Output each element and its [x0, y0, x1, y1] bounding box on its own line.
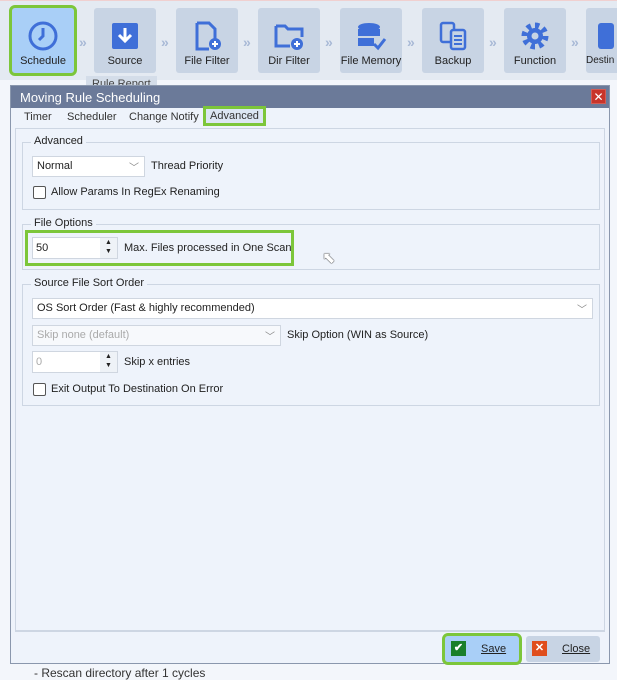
close-label: Close [562, 643, 591, 655]
toolbar-label: Function [513, 55, 557, 67]
toolbar-label: Schedule [20, 55, 66, 67]
skip-entries-spinner[interactable]: 0 ▲ ▼ [32, 351, 118, 373]
toolbar-label: Source [107, 55, 143, 67]
dialog-footer: ✔ Save ✕ Close [15, 631, 605, 665]
thread-priority-label: Thread Priority [151, 160, 224, 172]
toolbar-dir-filter[interactable]: Dir Filter [258, 8, 320, 73]
select-value: Normal [37, 160, 73, 172]
save-button[interactable]: ✔ Save [442, 633, 522, 665]
rule-toolbar: Schedule » Source » File Filter » Dir Fi… [0, 0, 617, 80]
toolbar-label: Backup [434, 55, 472, 67]
skip-entries-label: Skip x entries [124, 356, 191, 368]
chevron-down-icon: ﹀ [577, 305, 587, 316]
group-title: Advanced [31, 135, 86, 147]
toolbar-label: File Filter [184, 55, 230, 67]
chevron-right-icon: » [489, 34, 497, 50]
sort-order-select[interactable]: OS Sort Order (Fast & highly recommended… [32, 298, 593, 319]
spin-arrows-icon[interactable]: ▲ ▼ [100, 352, 117, 372]
spin-arrows-icon[interactable]: ▲ ▼ [100, 238, 117, 258]
toolbar-destination[interactable]: Destin [586, 8, 617, 73]
close-icon[interactable]: ✕ [591, 89, 606, 104]
dialog-tabs: Timer Scheduler Change Notify Advanced [11, 106, 609, 128]
toolbar-file-memory[interactable]: File Memory [340, 8, 402, 73]
toolbar-file-filter[interactable]: File Filter [176, 8, 238, 73]
chevron-right-icon: » [571, 34, 579, 50]
clock-icon [28, 21, 58, 51]
chevron-right-icon: » [325, 34, 333, 50]
select-value: Skip none (default) [37, 329, 130, 341]
toolbar-schedule[interactable]: Schedule [9, 5, 77, 76]
save-label: Save [481, 643, 507, 655]
download-icon [112, 23, 138, 49]
group-file-options: File Options 50 ▲ ▼ Max. Files processed i… [22, 217, 600, 270]
file-add-icon [195, 21, 221, 51]
close-button[interactable]: ✕ Close [526, 636, 600, 662]
skip-option-select[interactable]: Skip none (default) ﹀ [32, 325, 281, 346]
select-value: OS Sort Order (Fast & highly recommended… [37, 302, 255, 314]
chevron-down-icon: ﹀ [265, 332, 275, 343]
chevron-right-icon: » [243, 34, 251, 50]
thread-priority-select[interactable]: Normal ﹀ [32, 156, 145, 177]
tab-timer[interactable]: Timer [24, 111, 52, 123]
toolbar-label: Dir Filter [268, 55, 310, 67]
chevron-right-icon: » [161, 34, 169, 50]
group-source-sort-order: Source File Sort Order OS Sort Order (Fa… [22, 277, 600, 406]
chevron-down-icon: ﹀ [129, 163, 139, 174]
exit-output-label: Exit Output To Destination On Error [51, 383, 224, 395]
group-title: File Options [31, 217, 96, 229]
group-advanced: Advanced Normal ﹀ Thread Priority Allow P… [22, 135, 600, 210]
toolbar-source[interactable]: Source [94, 8, 156, 73]
chevron-right-icon: » [407, 34, 415, 50]
allow-params-checkbox[interactable] [33, 186, 46, 199]
tab-scheduler[interactable]: Scheduler [67, 111, 117, 123]
close-icon: ✕ [532, 641, 547, 656]
toolbar-backup[interactable]: Backup [422, 8, 484, 73]
destination-icon [598, 23, 614, 49]
group-title: Source File Sort Order [31, 277, 148, 289]
max-files-label: Max. Files processed in One Scan [124, 242, 292, 254]
advanced-panel: Advanced Normal ﹀ Thread Priority Allow P… [15, 128, 605, 631]
toolbar-label: File Memory [340, 55, 402, 67]
exit-output-checkbox[interactable] [33, 383, 46, 396]
check-icon: ✔ [451, 641, 466, 656]
spinner-value: 50 [36, 242, 49, 254]
max-files-spinner[interactable]: 50 ▲ ▼ [32, 237, 118, 259]
mouse-cursor-icon: ⬉ [322, 250, 336, 267]
folder-add-icon [274, 24, 304, 50]
toolbar-function[interactable]: Function [504, 8, 566, 73]
tab-change-notify[interactable]: Change Notify [129, 111, 199, 123]
dialog-titlebar: Moving Rule Scheduling ✕ [11, 86, 609, 108]
moving-rule-scheduling-dialog: Moving Rule Scheduling ✕ Timer Scheduler… [10, 85, 610, 665]
chevron-right-icon: » [79, 34, 87, 50]
toolbar-label: Destin [586, 55, 615, 66]
dialog-title: Moving Rule Scheduling [20, 90, 161, 105]
skip-option-label: Skip Option (WIN as Source) [287, 329, 429, 341]
database-check-icon [358, 23, 387, 51]
spinner-value: 0 [36, 356, 43, 368]
tab-advanced[interactable]: Advanced [203, 106, 266, 126]
copy-icon [439, 21, 467, 51]
gear-icon [521, 22, 549, 50]
allow-params-label: Allow Params In RegEx Renaming [51, 186, 220, 198]
background-text: - Rescan directory after 1 cycles [34, 666, 206, 680]
